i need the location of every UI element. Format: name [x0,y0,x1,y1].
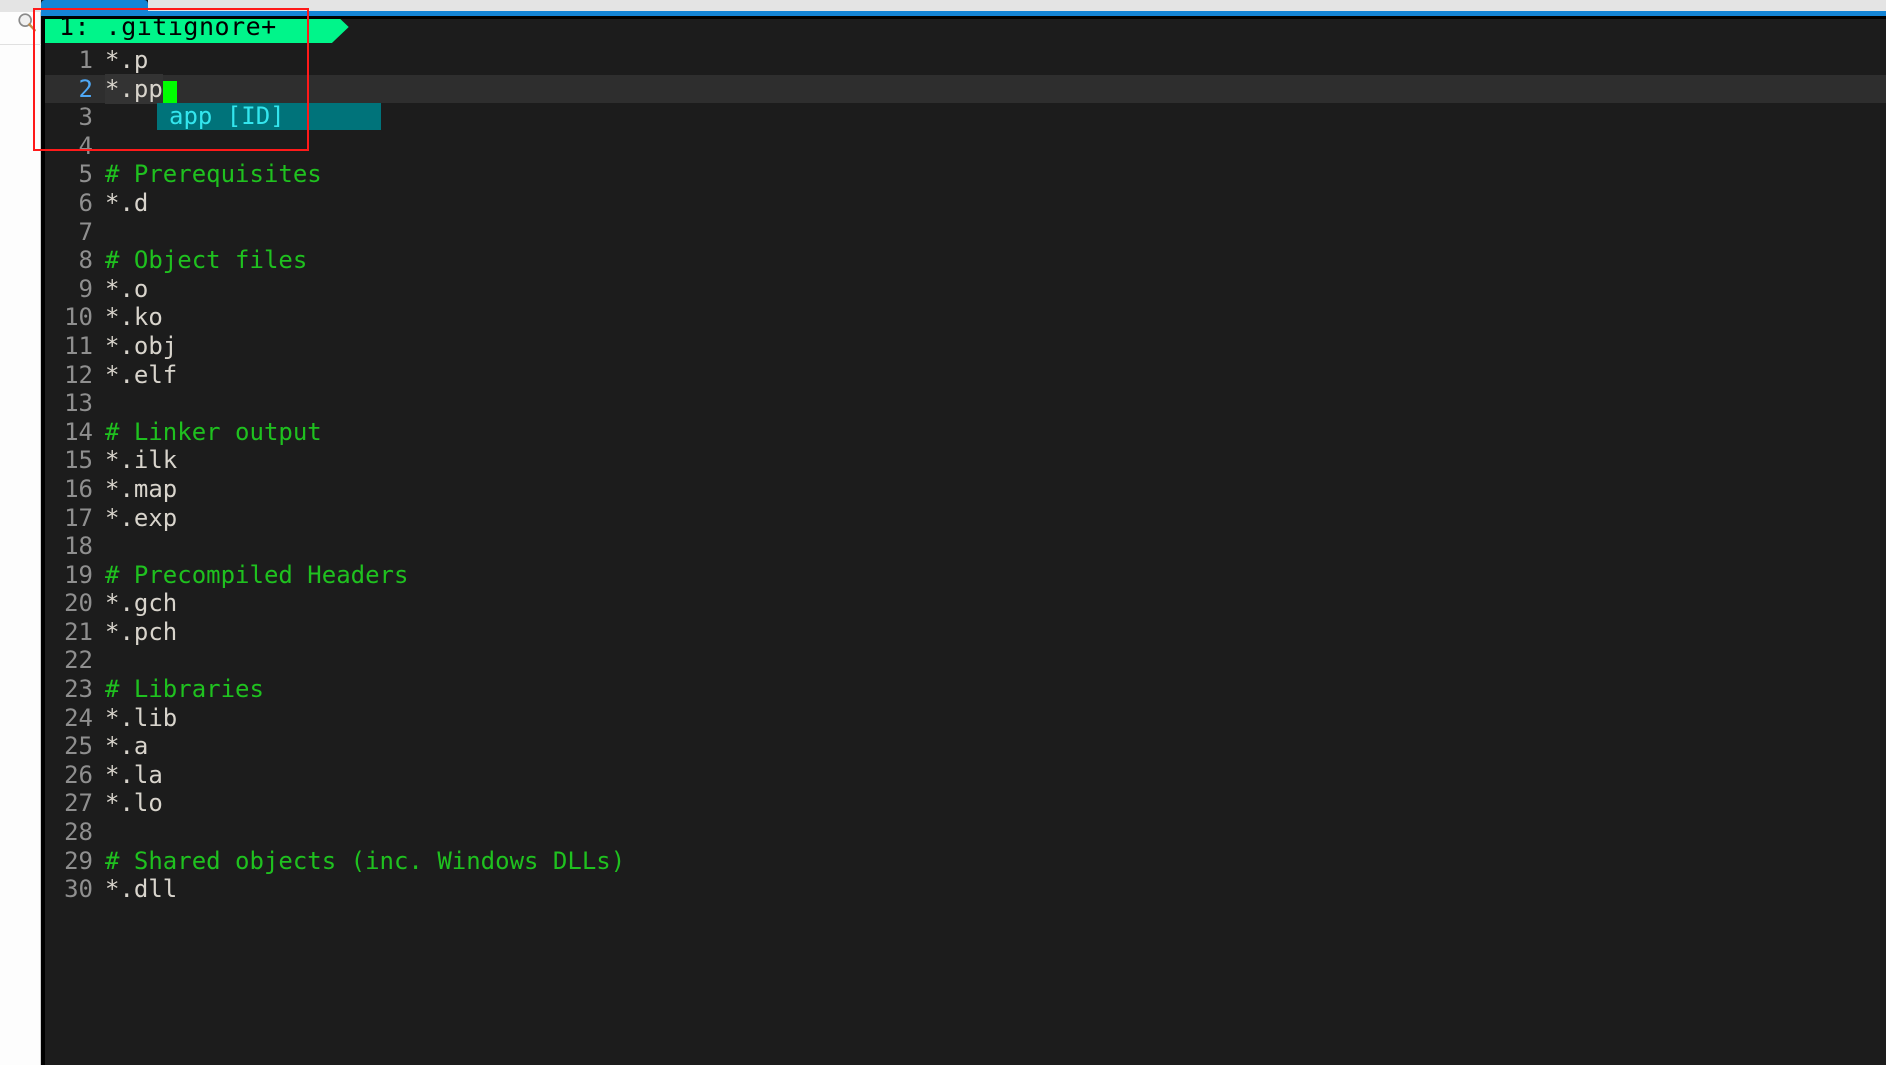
code-line[interactable]: 9 *.o [45,275,1886,304]
code-text: *.obj [105,331,178,360]
line-number: 23 [64,675,93,704]
code-text: *.a [105,732,149,761]
code-comment: # Object files [105,246,308,275]
line-number: 17 [64,503,93,532]
left-panel-divider [0,44,41,45]
code-text: *.lo [105,789,163,818]
line-number: 1 [78,46,93,74]
code-comment: # Precompiled Headers [105,560,409,589]
code-line[interactable]: 26 *.la [45,761,1886,790]
search-icon[interactable] [16,11,38,33]
left-side-panel [0,0,41,1065]
code-text: *.exp [105,503,178,532]
code-text: *.lib [105,703,178,732]
code-comment: # Libraries [105,675,264,704]
line-number: 8 [78,246,93,275]
code-line[interactable]: 11 *.obj [45,332,1886,361]
code-line[interactable]: 7 [45,218,1886,247]
line-number: 7 [78,217,93,246]
code-line[interactable]: 28 [45,818,1886,847]
line-number: 4 [78,131,93,160]
line-number: 6 [78,188,93,217]
code-text: *.o [105,274,149,303]
code-text: *.gch [105,589,178,618]
browser-toolbar-bar [0,11,1886,16]
line-number: 16 [64,474,93,503]
line-number: 12 [64,360,93,389]
line-number: 26 [64,760,93,789]
code-line[interactable]: 27 *.lo [45,789,1886,818]
code-area[interactable]: 1 *.p 2 *.pp 3 4 5 # Prerequisites 6 *.d 7 8 # Objec… [45,46,1886,904]
autocomplete-item[interactable]: app [ID] [157,103,381,130]
code-line[interactable]: 14 # Linker output [45,418,1886,447]
line-number: 13 [64,389,93,418]
terminal-top-edge [41,16,1886,19]
code-line[interactable]: 18 [45,532,1886,561]
code-line[interactable]: 13 [45,389,1886,418]
line-number: 29 [64,846,93,875]
code-text: *.p [105,46,149,74]
line-number: 18 [64,532,93,561]
code-line[interactable]: 8 # Object files [45,246,1886,275]
line-number: 28 [64,818,93,847]
code-line[interactable]: 25 *.a [45,732,1886,761]
code-line[interactable]: 19 # Precompiled Headers [45,561,1886,590]
code-line[interactable]: 22 [45,646,1886,675]
code-line[interactable]: 1 *.p [45,46,1886,75]
code-text: *.ilk [105,446,178,475]
code-line[interactable]: 6 *.d [45,189,1886,218]
code-comment: # Shared objects (inc. Windows DLLs) [105,846,626,875]
autocomplete-popup[interactable]: app [ID] [157,103,381,130]
code-text: *.la [105,760,163,789]
line-number: 21 [64,617,93,646]
line-number: 11 [64,331,93,360]
terminal-editor[interactable]: 1: .gitignore+ 1 *.p 2 *.pp 3 4 5 # Prerequisit… [41,8,1886,1065]
line-number: 9 [78,274,93,303]
line-number: 27 [64,789,93,818]
line-number: 10 [64,303,93,332]
code-line[interactable]: 5 # Prerequisites [45,160,1886,189]
line-number: 20 [64,589,93,618]
line-number: 3 [78,103,93,132]
code-text: *.elf [105,360,178,389]
code-text: *.pp [105,73,163,104]
code-text: *.d [105,188,149,217]
code-text: *.dll [105,875,178,904]
code-line[interactable]: 24 *.lib [45,704,1886,733]
code-line[interactable]: 2 *.pp [45,73,1886,108]
line-number: 19 [64,560,93,589]
line-number: 24 [64,703,93,732]
code-line[interactable]: 4 [45,132,1886,161]
browser-tab[interactable] [41,0,148,13]
code-text: *.pch [105,617,178,646]
line-number: 30 [64,875,93,904]
code-comment: # Linker output [105,417,322,446]
code-line[interactable]: 23 # Libraries [45,675,1886,704]
code-line[interactable]: 30 *.dll [45,875,1886,904]
code-line[interactable]: 17 *.exp [45,504,1886,533]
browser-tabstrip [148,0,1886,11]
line-number: 14 [64,417,93,446]
code-line[interactable]: 15 *.ilk [45,446,1886,475]
code-line[interactable]: 10 *.ko [45,303,1886,332]
line-number: 22 [64,646,93,675]
code-line[interactable]: 29 # Shared objects (inc. Windows DLLs) [45,847,1886,876]
code-line[interactable]: 12 *.elf [45,361,1886,390]
line-number: 15 [64,446,93,475]
line-number: 25 [64,732,93,761]
screen: 1: .gitignore+ 1 *.p 2 *.pp 3 4 5 # Prerequisit… [0,0,1886,1065]
code-comment: # Prerequisites [105,160,322,189]
code-line[interactable]: 16 *.map [45,475,1886,504]
code-text: *.ko [105,303,163,332]
line-number: 5 [78,160,93,189]
code-line[interactable]: 21 *.pch [45,618,1886,647]
code-text: *.map [105,474,178,503]
code-line[interactable]: 20 *.gch [45,589,1886,618]
line-number: 2 [78,74,93,103]
